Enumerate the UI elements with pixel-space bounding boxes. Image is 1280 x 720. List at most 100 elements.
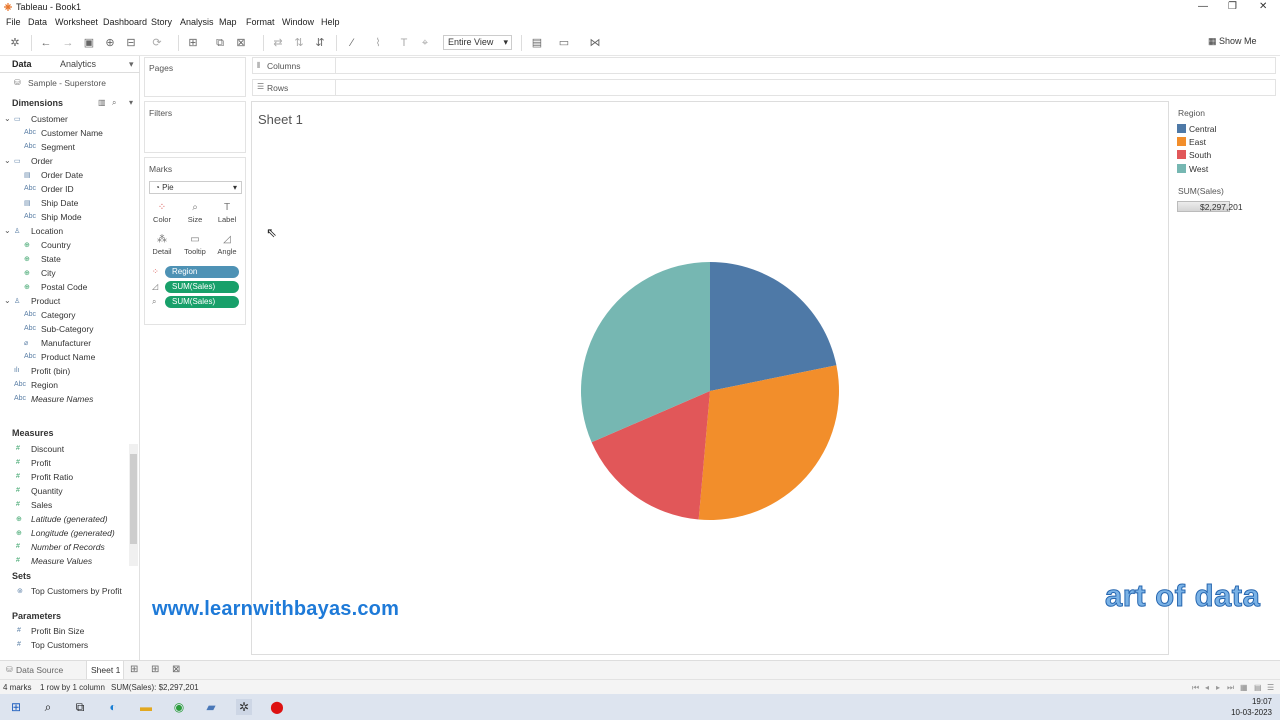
detail-button[interactable]: ⁂ Detail [148, 231, 176, 259]
tooltip-button[interactable]: ▭ Tooltip [181, 231, 209, 259]
task-view-icon[interactable]: ⧉ [72, 699, 88, 715]
menu-window[interactable]: Window [282, 17, 314, 27]
measure-field[interactable]: Number of Records [31, 542, 105, 552]
menu-file[interactable]: File [6, 17, 21, 27]
undo-icon[interactable]: ← [39, 36, 53, 50]
presentation-icon[interactable]: ▭ [557, 36, 571, 50]
nav-first-icon[interactable]: ⏮ [1192, 683, 1199, 693]
parameter-item[interactable]: Profit Bin Size [31, 626, 84, 636]
taskbar-date[interactable]: 10-03-2023 [1231, 708, 1272, 717]
legend-item-east[interactable]: East [1189, 137, 1206, 147]
show-cards-icon[interactable]: ▤ [530, 36, 544, 50]
pause-updates-icon[interactable]: ⊟ [124, 36, 138, 50]
menu-map[interactable]: Map [219, 17, 237, 27]
file-explorer-icon[interactable]: ▬ [138, 699, 154, 715]
fit-dropdown[interactable]: Entire View ▾ [443, 35, 512, 50]
tab-menu-icon[interactable]: ▾ [129, 59, 134, 70]
legend-item-south[interactable]: South [1189, 150, 1211, 160]
measure-field[interactable]: Measure Values [31, 556, 92, 566]
mark-type-dropdown[interactable]: ◔ Pie ▾ [149, 181, 242, 194]
set-item[interactable]: Top Customers by Profit [31, 586, 122, 596]
legend-item-central[interactable]: Central [1189, 124, 1216, 134]
datasource-name[interactable]: Sample - Superstore [28, 78, 106, 88]
tab-sheet-1[interactable]: Sheet 1 [91, 665, 120, 675]
expand-chevron-icon[interactable]: ⌄ [4, 296, 11, 305]
grid-view-icon[interactable]: ▦ [1240, 683, 1248, 692]
measure-field[interactable]: Latitude (generated) [31, 514, 108, 524]
search-icon[interactable]: ⌕ [112, 98, 116, 108]
menu-format[interactable]: Format [246, 17, 275, 27]
list-view-icon[interactable]: ☰ [1267, 683, 1274, 692]
edge-icon[interactable]: ◐ [105, 699, 121, 715]
dimension-field[interactable]: Ship Mode [41, 212, 82, 222]
measure-field[interactable]: Sales [31, 500, 52, 510]
dimension-field[interactable]: Order Date [41, 170, 83, 180]
clear-sheet-icon[interactable]: ⊠ [234, 36, 248, 50]
taskbar-time[interactable]: 19:07 [1252, 697, 1272, 706]
redo-icon[interactable]: → [61, 36, 75, 50]
dimension-field[interactable]: Customer Name [41, 128, 103, 138]
dimension-field[interactable]: Order ID [41, 184, 74, 194]
dimension-field[interactable]: Location [31, 226, 63, 236]
menu-analysis[interactable]: Analysis [180, 17, 214, 27]
filters-card[interactable]: Filters [144, 101, 246, 153]
nav-last-icon[interactable]: ⏭ [1227, 683, 1234, 693]
measure-field[interactable]: Longitude (generated) [31, 528, 115, 538]
app-icon[interactable]: ▰ [203, 699, 219, 715]
nav-next-icon[interactable]: ▸ [1216, 683, 1220, 692]
chrome-icon[interactable]: ◉ [171, 699, 187, 715]
dimension-field[interactable]: Profit (bin) [31, 366, 70, 376]
sort-asc-icon[interactable]: ⇅ [292, 36, 306, 50]
region-legend[interactable]: Region Central East South West [1174, 104, 1276, 174]
save-icon[interactable]: ▣ [82, 36, 96, 50]
dimension-field[interactable]: Manufacturer [41, 338, 91, 348]
new-story-icon[interactable]: ⊠ [172, 664, 180, 675]
scrollbar-thumb[interactable] [130, 454, 137, 544]
dimension-field[interactable]: City [41, 268, 56, 278]
highlight-icon[interactable]: ⁄ [345, 36, 359, 50]
new-sheet-icon[interactable]: ⊞ [130, 664, 138, 675]
sum-sales-size-pill[interactable]: SUM(Sales) [165, 296, 239, 308]
dimension-field[interactable]: Segment [41, 142, 75, 152]
share-icon[interactable]: ⋈ [588, 36, 602, 50]
size-legend[interactable]: SUM(Sales) $2,297,201 [1174, 182, 1276, 217]
nav-prev-icon[interactable]: ◂ [1205, 683, 1209, 692]
menu-help[interactable]: Help [321, 17, 340, 27]
dimension-field[interactable]: State [41, 254, 61, 264]
sort-desc-icon[interactable]: ⇵ [313, 36, 327, 50]
dimension-field[interactable]: Sub-Category [41, 324, 93, 334]
dimension-field[interactable]: Product [31, 296, 60, 306]
tab-data[interactable]: Data [12, 59, 32, 69]
duplicate-icon[interactable]: ⧉ [213, 36, 227, 50]
region-pill[interactable]: Region [165, 266, 239, 278]
color-button[interactable]: ⁘ Color [148, 199, 176, 227]
tableau-taskbar-icon[interactable]: ✲ [236, 699, 252, 715]
measure-field[interactable]: Quantity [31, 486, 63, 496]
dimension-field[interactable]: Category [41, 310, 76, 320]
pages-card[interactable]: Pages [144, 57, 246, 97]
film-view-icon[interactable]: ▤ [1254, 683, 1262, 692]
record-icon[interactable]: ⬤ [269, 699, 285, 715]
menu-story[interactable]: Story [151, 17, 172, 27]
windows-start-icon[interactable]: ⊞ [8, 699, 24, 715]
labels-icon[interactable]: T [397, 36, 411, 50]
refresh-icon[interactable]: ⟳ [150, 36, 164, 50]
sum-sales-angle-pill[interactable]: SUM(Sales) [165, 281, 239, 293]
view-toggle-icon[interactable]: ▥ [98, 98, 106, 107]
restore-icon[interactable]: ❐ [1228, 1, 1237, 12]
measures-scrollbar[interactable] [129, 444, 138, 566]
dimension-field[interactable]: Order [31, 156, 53, 166]
dimension-field[interactable]: Customer [31, 114, 68, 124]
group-icon[interactable]: ⌇ [371, 36, 385, 50]
dimensions-menu-icon[interactable]: ▾ [129, 98, 133, 107]
worksheet-view[interactable]: Sheet 1 [251, 101, 1169, 655]
measure-field[interactable]: Profit Ratio [31, 472, 73, 482]
close-icon[interactable]: ✕ [1259, 1, 1267, 12]
expand-chevron-icon[interactable]: ⌄ [4, 156, 11, 165]
tableau-home-icon[interactable]: ✲ [8, 36, 22, 50]
dimension-field[interactable]: Country [41, 240, 71, 250]
new-worksheet-icon[interactable]: ⊞ [186, 36, 200, 50]
angle-button[interactable]: ◿ Angle [213, 231, 241, 259]
measure-field[interactable]: Profit [31, 458, 51, 468]
tab-data-source[interactable]: Data Source [16, 665, 63, 675]
